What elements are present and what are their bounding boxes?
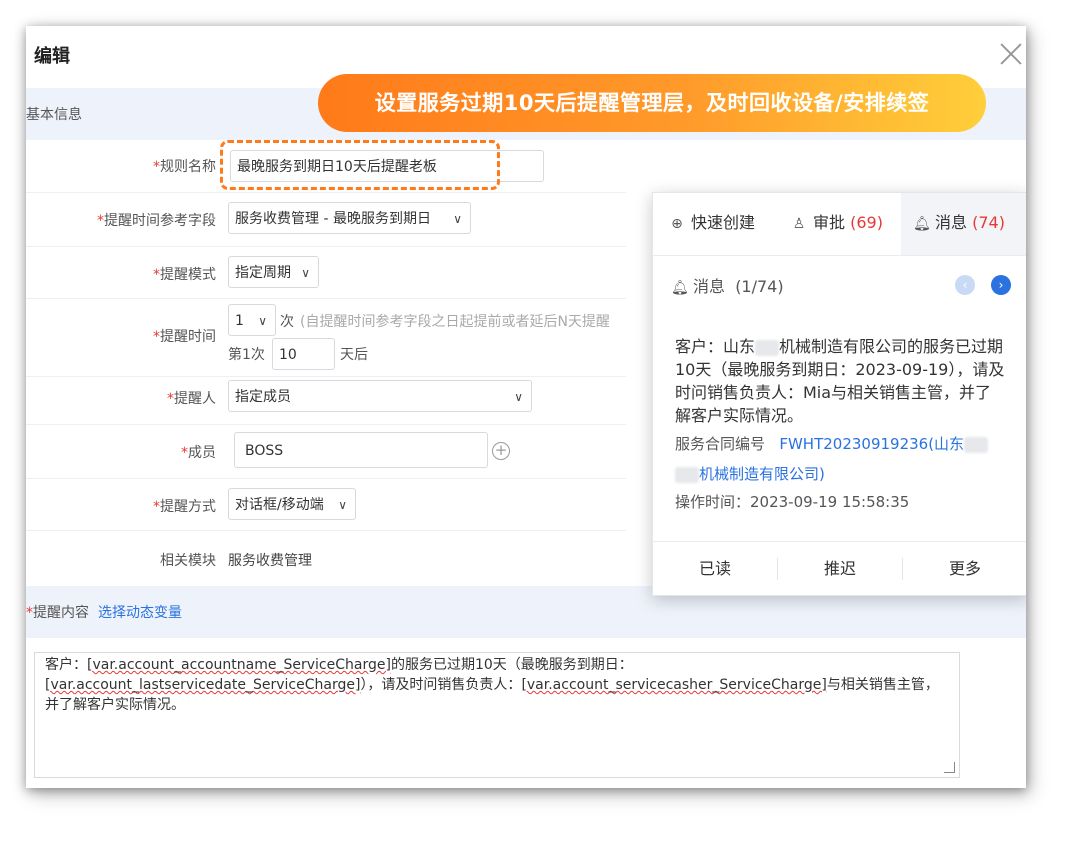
divider — [26, 424, 626, 425]
time-label: *提醒时间 — [153, 329, 216, 345]
redacted-text — [964, 436, 989, 453]
divider — [26, 530, 626, 531]
variable-token: [var.account_servicecasher_ServiceCharge… — [521, 677, 827, 693]
mode-select[interactable]: 指定周期 ∨ — [228, 256, 319, 288]
chevron-down-icon: ∨ — [301, 266, 310, 280]
text-segment: 客户： — [45, 657, 87, 673]
edit-dialog: 编辑 基本信息 设置服务过期10天后提醒管理层，及时回收设备/安排续签 *规则名… — [26, 26, 1026, 788]
chevron-down-icon: ∨ — [453, 212, 462, 226]
bell-icon: 🔔︎ — [671, 280, 689, 296]
variable-token: [var.account_lastservicedate_ServiceChar… — [45, 677, 361, 693]
bell-icon: 🔔︎ — [913, 216, 931, 232]
first-unit: 天后 — [340, 347, 368, 363]
rule-name-label: *规则名称 — [153, 159, 216, 175]
ref-field-select[interactable]: 服务收费管理 - 最晚服务到期日 ∨ — [228, 202, 471, 234]
method-label: *提醒方式 — [153, 499, 216, 515]
divider — [26, 192, 626, 193]
message-header: 🔔︎ 消息 (1/74) — [671, 277, 784, 296]
popup-footer: 已读 推迟 更多 — [653, 541, 1026, 596]
section-basic-label: 基本信息 — [26, 107, 82, 123]
contract-number: 服务合同编号 FWHT20230919236(山东 机械制造有限公司) — [675, 429, 1015, 489]
postpone-button[interactable]: 推迟 — [778, 542, 902, 596]
chevron-down-icon: ∨ — [514, 390, 523, 404]
notification-popup: ⊕ 快速创建 ♙ 审批 (69) 🔔︎ 消息 (74) 🔔︎ 消息 (1/74) ‹ ›… — [652, 192, 1026, 596]
redacted-text — [675, 466, 699, 483]
module-value: 服务收费管理 — [228, 553, 312, 569]
time-count-select[interactable]: 1 ∨ — [228, 304, 276, 336]
content-label: *提醒内容 — [26, 605, 89, 621]
select-variable-link[interactable]: 选择动态变量 — [98, 602, 182, 622]
promo-banner: 设置服务过期10天后提醒管理层，及时回收设备/安排续签 — [318, 74, 986, 132]
reminder-select[interactable]: 指定成员 ∨ — [228, 380, 532, 412]
content-textarea[interactable]: 客户：[var.account_accountname_ServiceCharg… — [34, 652, 960, 778]
next-message-button[interactable]: › — [991, 275, 1011, 295]
text-segment: ），请及时问销售负责人： — [360, 677, 522, 693]
highlight-box — [220, 140, 500, 190]
resize-handle-icon[interactable] — [944, 762, 955, 773]
tab-quick-create[interactable]: ⊕ 快速创建 — [669, 193, 755, 255]
chevron-down-icon: ∨ — [258, 314, 267, 328]
ref-field-label: *提醒时间参考字段 — [97, 213, 216, 229]
redacted-text — [755, 339, 780, 356]
plus-circle-icon: ⊕ — [671, 216, 683, 232]
dialog-title: 编辑 — [34, 46, 70, 67]
add-member-icon[interactable]: + — [492, 442, 510, 460]
first-days-input[interactable]: 10 — [272, 338, 335, 370]
first-label: 第1次 — [228, 347, 265, 363]
message-body: 客户：山东 机械制造有限公司的服务已过期10天（最晚服务到期日：2023-09-1… — [675, 337, 1005, 425]
chevron-down-icon: ∨ — [338, 498, 347, 512]
prev-message-button[interactable]: ‹ — [955, 275, 975, 295]
popup-tabs: ⊕ 快速创建 ♙ 审批 (69) 🔔︎ 消息 (74) — [653, 193, 1026, 256]
module-label: 相关模块 — [160, 553, 216, 569]
reminder-label: *提醒人 — [167, 391, 216, 407]
operation-time: 操作时间：2023-09-19 15:58:35 — [675, 493, 910, 511]
mode-label: *提醒模式 — [153, 267, 216, 283]
divider — [26, 246, 626, 247]
variable-token: [var.account_accountname_ServiceCharge] — [87, 657, 391, 673]
divider — [26, 376, 626, 377]
close-icon[interactable] — [998, 40, 1024, 66]
user-icon: ♙ — [792, 216, 806, 232]
mark-read-button[interactable]: 已读 — [653, 542, 777, 596]
tab-approval[interactable]: ♙ 审批 (69) — [791, 193, 883, 255]
more-button[interactable]: 更多 — [903, 542, 1026, 596]
divider — [26, 478, 626, 479]
member-label: *成员 — [181, 445, 216, 461]
count-unit: 次 — [280, 314, 294, 330]
time-hint: (自提醒时间参考字段之日起提前或者延后N天提醒 — [300, 314, 610, 330]
member-input[interactable]: BOSS — [234, 432, 488, 468]
divider — [26, 298, 626, 299]
tab-messages[interactable]: 🔔︎ 消息 (74) — [901, 193, 1026, 255]
text-segment: 的服务已过期10天（最晚服务到期日： — [390, 657, 633, 673]
method-select[interactable]: 对话框/移动端 ∨ — [228, 488, 356, 520]
